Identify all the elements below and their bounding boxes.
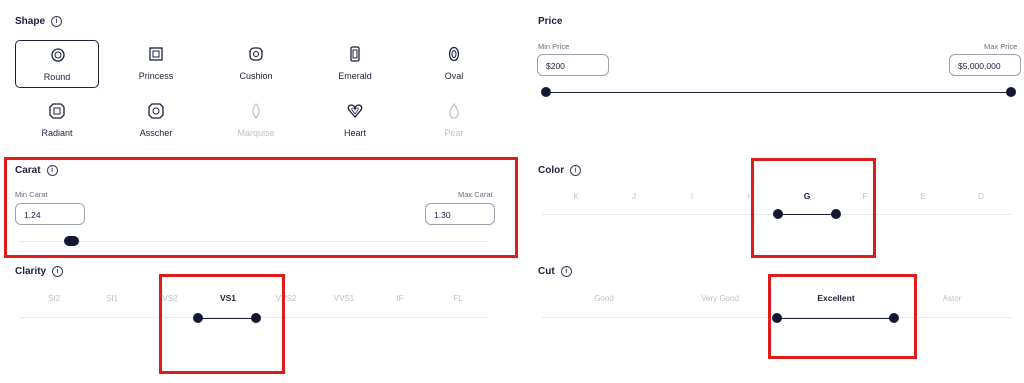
cushion-diamond-icon [249, 47, 263, 61]
shape-section-title: Shape i [15, 16, 63, 27]
color-grade-k[interactable]: K [556, 192, 596, 201]
pear-diamond-icon [449, 103, 459, 119]
clarity-grade-fl[interactable]: FL [438, 294, 478, 303]
clarity-grade-si2[interactable]: SI2 [34, 294, 74, 303]
min-price-label: Min Price [538, 42, 570, 51]
highlight-box-cut [768, 274, 917, 359]
info-icon[interactable]: i [52, 266, 64, 277]
shape-option-asscher[interactable]: Asscher [114, 97, 198, 145]
cut-title-label: Cut [538, 266, 555, 277]
round-diamond-icon [51, 48, 65, 62]
shape-option-oval[interactable]: Oval [412, 40, 496, 88]
info-icon[interactable]: i [570, 165, 582, 176]
cut-grade-astor[interactable]: Astor [922, 294, 982, 303]
max-price-input[interactable]: $5,000,000 [949, 54, 1021, 76]
max-price-label: Max Price [984, 42, 1018, 51]
color-grade-j[interactable]: J [614, 192, 654, 201]
cut-section-title: Cut i [538, 266, 572, 277]
price-slider-max-handle[interactable] [1006, 87, 1016, 97]
asscher-diamond-icon [148, 103, 164, 119]
radiant-diamond-icon [49, 103, 65, 119]
color-title-label: Color [538, 165, 565, 176]
shape-label-radiant: Radiant [41, 128, 73, 138]
heart-diamond-icon [347, 104, 363, 118]
highlight-box-clarity [159, 274, 285, 374]
min-price-input[interactable]: $200 [537, 54, 609, 76]
princess-diamond-icon [149, 47, 163, 61]
color-grade-e[interactable]: E [903, 192, 943, 201]
shape-option-emerald[interactable]: Emerald [313, 40, 397, 88]
highlight-box-carat [4, 157, 518, 258]
cut-grade-very-good[interactable]: Very Good [690, 294, 750, 303]
clarity-section-title: Clarity i [15, 266, 64, 277]
color-grade-i[interactable]: I [672, 192, 712, 201]
shape-label-asscher: Asscher [139, 128, 173, 138]
shape-label-heart: Heart [343, 128, 366, 138]
shape-option-marquise: Marquise [214, 97, 298, 145]
clarity-grade-vvs1[interactable]: VVS1 [324, 294, 364, 303]
info-icon[interactable]: i [560, 266, 572, 277]
shape-label-pear: Pear [444, 128, 464, 138]
emerald-diamond-icon [350, 46, 360, 62]
shape-option-pear: Pear [412, 97, 496, 145]
clarity-grade-si1[interactable]: SI1 [92, 294, 132, 303]
clarity-grade-if[interactable]: IF [380, 294, 420, 303]
highlight-box-color [751, 158, 876, 258]
price-slider-min-handle[interactable] [541, 87, 551, 97]
price-section-title: Price [538, 16, 563, 27]
shape-option-round[interactable]: Round [15, 40, 99, 88]
price-slider-track [546, 92, 1012, 93]
shape-option-heart[interactable]: Heart [313, 97, 397, 145]
color-grade-d[interactable]: D [961, 192, 1001, 201]
shape-label-marquise: Marquise [237, 128, 275, 138]
shape-label-cushion: Cushion [239, 71, 273, 81]
cut-grade-good[interactable]: Good [574, 294, 634, 303]
marquise-diamond-icon [252, 103, 260, 119]
clarity-title-label: Clarity [15, 266, 47, 277]
shape-label-emerald: Emerald [338, 71, 372, 81]
oval-diamond-icon [448, 46, 460, 62]
shape-label-princess: Princess [138, 71, 174, 81]
color-section-title: Color i [538, 165, 582, 176]
shape-label-round: Round [43, 72, 71, 82]
shape-option-radiant[interactable]: Radiant [15, 97, 99, 145]
shape-option-cushion[interactable]: Cushion [214, 40, 298, 88]
shape-label-oval: Oval [444, 71, 464, 81]
info-icon[interactable]: i [51, 16, 63, 27]
shape-title-label: Shape [15, 16, 46, 27]
shape-option-princess[interactable]: Princess [114, 40, 198, 88]
